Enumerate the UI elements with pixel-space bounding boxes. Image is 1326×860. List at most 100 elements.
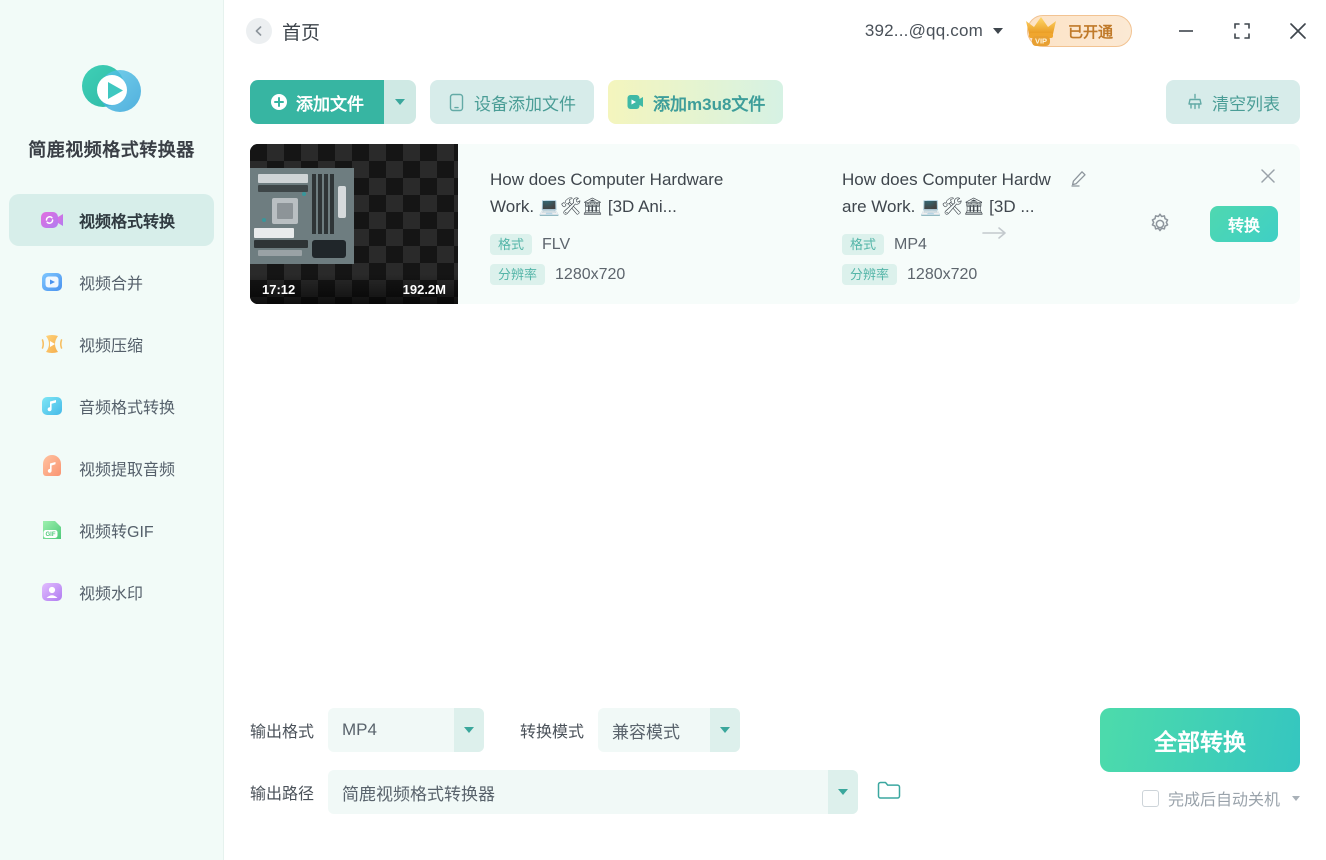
output-path-label: 输出路径 [250,780,314,804]
add-m3u8-button[interactable]: 添加m3u8文件 [608,80,783,124]
phone-icon [448,93,465,112]
account-email[interactable]: 392...@qq.com [865,21,983,41]
sidebar-item-label: 视频压缩 [79,332,143,356]
clear-list-button[interactable]: 清空列表 [1166,80,1300,124]
pencil-icon[interactable] [1070,170,1087,192]
sidebar-item-extract-audio[interactable]: 视频提取音频 [9,442,214,494]
window-controls [1158,11,1326,51]
convert-mode-value: 兼容模式 [598,718,710,743]
vip-badge[interactable]: VIP 已开通 [1027,15,1132,47]
close-icon[interactable] [1270,11,1326,51]
bottom-bar: 输出格式 MP4 转换模式 兼容模式 输出路径 简鹿视频格式转换器 [224,700,1326,860]
video-compress-icon [39,331,65,357]
video-merge-icon [39,269,65,295]
file-size: 192.2M [403,282,446,297]
sidebar-nav: 视频格式转换 视频合并 [0,194,223,618]
output-path-select[interactable]: 简鹿视频格式转换器 [328,770,858,814]
output-format-select[interactable]: MP4 [328,708,484,752]
source-file-pane: How does Computer Hardware Work. 💻🛠🏛 [3D… [458,144,798,304]
app-window: 简鹿视频格式转换器 视频格式转换 [0,0,1326,860]
video-to-gif-icon: GIF [39,517,65,543]
titlebar: 首页 392...@qq.com VIP 已开通 [224,0,1326,62]
add-file-button[interactable]: 添加文件 [250,80,384,124]
sidebar-item-label: 视频转GIF [79,518,154,542]
output-path-value: 简鹿视频格式转换器 [328,780,828,805]
motherboard-thumbnail-image [250,154,398,272]
convert-button[interactable]: 转换 [1210,206,1278,242]
resolution-label: 分辨率 [490,264,545,285]
convert-all-button[interactable]: 全部转换 [1100,708,1300,772]
main-area: 首页 392...@qq.com VIP 已开通 [224,0,1326,860]
add-file-split-button[interactable]: 添加文件 [250,80,416,124]
folder-icon[interactable] [876,778,902,807]
format-label: 格式 [490,234,532,255]
back-arrow-icon[interactable] [246,18,272,44]
video-thumbnail: 17:12 192.2M [250,144,458,304]
page-title: 首页 [282,18,320,45]
sidebar-item-video-to-gif[interactable]: GIF 视频转GIF [9,504,214,556]
output-format-label: 输出格式 [250,718,314,742]
sidebar-item-video-compress[interactable]: 视频压缩 [9,318,214,370]
sidebar-item-video-merge[interactable]: 视频合并 [9,256,214,308]
titlebar-right: 392...@qq.com VIP 已开通 [865,11,1326,51]
source-resolution-row: 分辨率 1280x720 [490,264,798,285]
source-resolution-value: 1280x720 [555,266,625,284]
video-watermark-icon [39,579,65,605]
brand: 简鹿视频格式转换器 [0,0,223,162]
file-list-item[interactable]: 17:12 192.2M How does Computer Hardware … [250,144,1300,304]
sidebar-item-label: 音频格式转换 [79,394,175,418]
clear-list-label: 清空列表 [1212,90,1280,115]
sidebar-item-label: 视频格式转换 [79,208,175,232]
minimize-icon[interactable] [1158,11,1214,51]
resolution-label: 分辨率 [842,264,897,285]
target-file-title: How does Computer Hardware Work. 💻🛠🏛 [3D… [842,166,1056,220]
add-file-label: 添加文件 [296,90,364,115]
chevron-down-icon[interactable] [710,708,740,752]
extract-audio-icon [39,455,65,481]
play-circle-logo [79,58,145,124]
plus-circle-icon [270,93,288,111]
m3u8-file-icon [626,93,644,111]
output-format-value: MP4 [328,720,454,740]
add-m3u8-label: 添加m3u8文件 [653,90,765,115]
chevron-down-icon [395,99,405,105]
video-convert-icon [39,207,65,233]
sidebar-item-label: 视频提取音频 [79,456,175,480]
svg-text:VIP: VIP [1035,37,1047,46]
source-file-title: How does Computer Hardware Work. 💻🛠🏛 [3D… [490,166,730,220]
svg-text:GIF: GIF [46,532,56,538]
target-file-pane: How does Computer Hardware Work. 💻🛠🏛 [3D… [798,144,1300,304]
remove-file-close-icon[interactable] [1258,166,1278,191]
sidebar-item-label: 视频合并 [79,270,143,294]
chevron-down-icon[interactable] [1292,796,1300,801]
sidebar-item-audio-format-convert[interactable]: 音频格式转换 [9,380,214,432]
device-add-file-button[interactable]: 设备添加文件 [430,80,594,124]
format-settings-row: 输出格式 MP4 转换模式 兼容模式 [250,708,740,752]
device-add-file-label: 设备添加文件 [474,90,576,115]
crown-icon: VIP [1021,10,1063,52]
format-label: 格式 [842,234,884,255]
auto-shutdown-label: 完成后自动关机 [1168,786,1280,810]
thumbnail-info-bar: 17:12 192.2M [250,274,458,304]
auto-shutdown-option[interactable]: 完成后自动关机 [1142,786,1300,810]
brand-name: 简鹿视频格式转换器 [0,136,223,162]
target-resolution-row: 分辨率 1280x720 [842,264,1300,285]
convert-mode-label: 转换模式 [520,718,584,742]
sidebar-item-video-format-convert[interactable]: 视频格式转换 [9,194,214,246]
chevron-down-icon[interactable] [993,28,1003,34]
sidebar-item-video-watermark[interactable]: 视频水印 [9,566,214,618]
add-file-dropdown-caret[interactable] [384,80,416,124]
gear-icon[interactable] [1148,212,1172,241]
toolbar: 添加文件 设备添加文件 添加m3u8文件 [224,62,1326,124]
video-duration: 17:12 [262,282,295,297]
chevron-down-icon[interactable] [828,770,858,814]
output-path-row: 输出路径 简鹿视频格式转换器 [250,770,902,814]
broom-icon [1186,93,1204,111]
maximize-icon[interactable] [1214,11,1270,51]
target-resolution-value: 1280x720 [907,266,977,284]
auto-shutdown-checkbox[interactable] [1142,790,1159,807]
convert-mode-select[interactable]: 兼容模式 [598,708,740,752]
source-format-row: 格式 FLV [490,234,798,255]
chevron-down-icon[interactable] [454,708,484,752]
audio-convert-icon [39,393,65,419]
